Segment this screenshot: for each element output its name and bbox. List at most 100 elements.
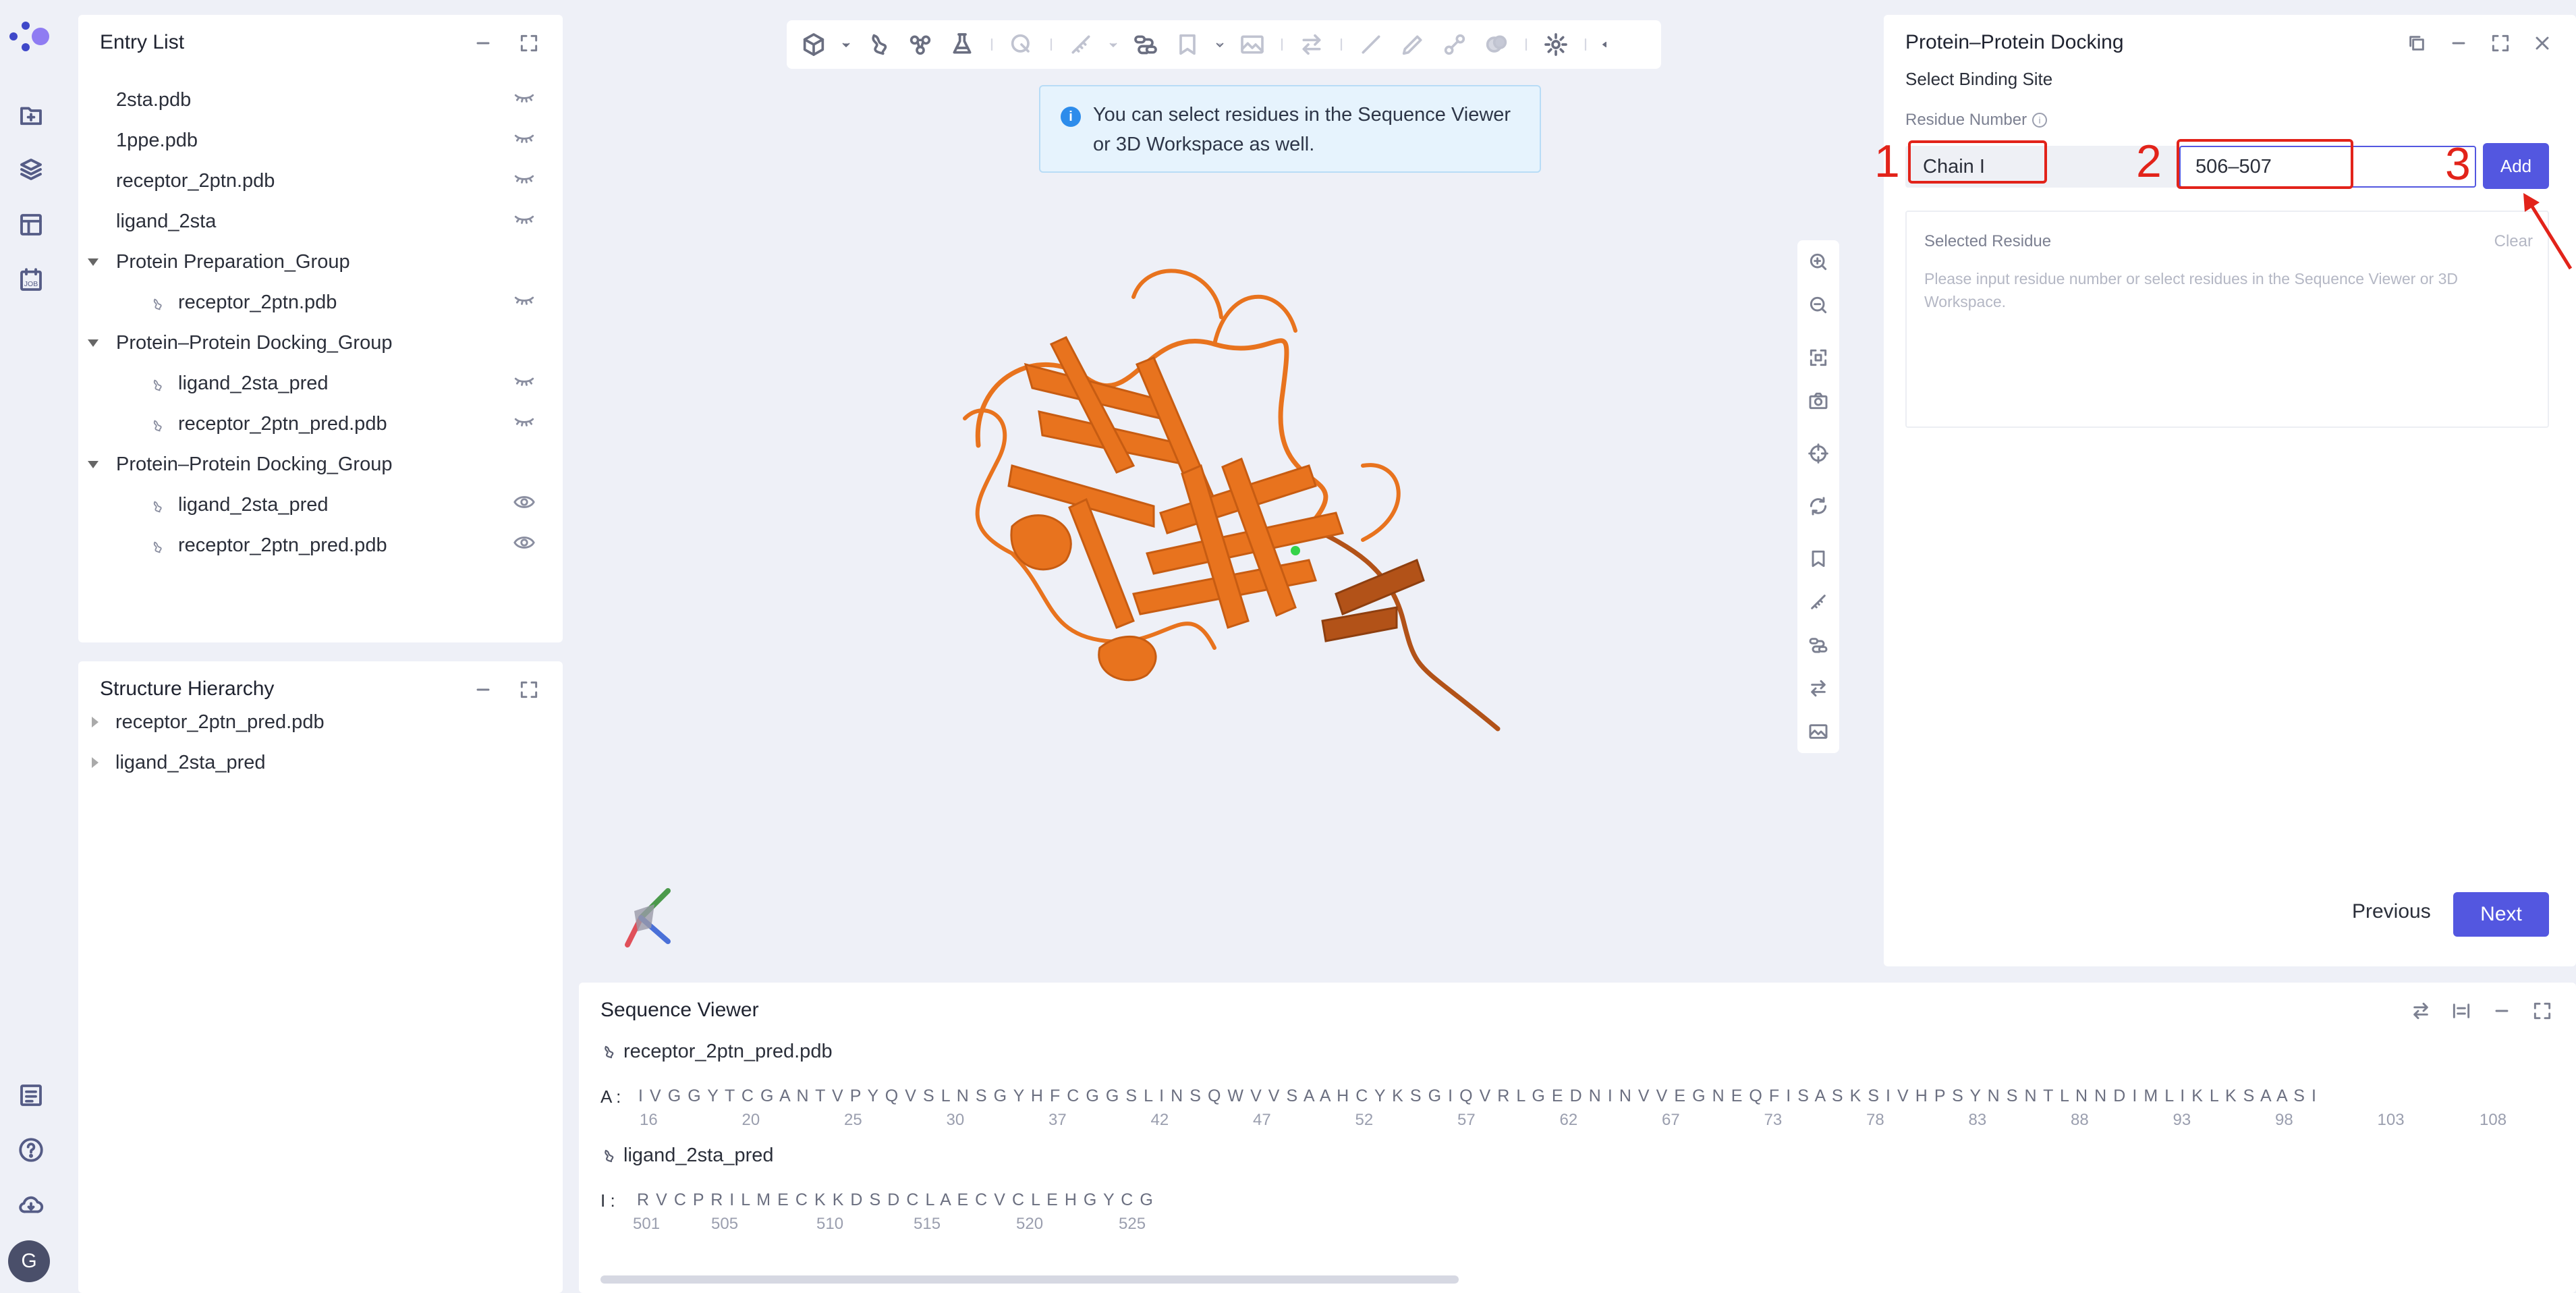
sequence-viewer-panel: Sequence Viewer receptor_2ptn_pred.pdb A… [579, 983, 2576, 1293]
residue-number: 93 [2173, 1111, 2191, 1129]
minimize-icon[interactable] [470, 676, 497, 703]
pencil-icon[interactable] [1395, 27, 1430, 62]
entry-group[interactable]: Protein–Protein Docking_Group [78, 444, 563, 485]
entry-item[interactable]: 2sta.pdb [78, 80, 563, 120]
next-button[interactable]: Next [2453, 892, 2549, 937]
user-avatar[interactable]: G [8, 1240, 50, 1282]
eye-closed-icon[interactable] [513, 207, 536, 236]
image-icon[interactable] [1801, 710, 1835, 753]
cube-icon[interactable] [796, 27, 831, 62]
molecule-icon[interactable] [903, 27, 938, 62]
maximize-icon[interactable] [515, 676, 542, 703]
residue-number: 52 [1355, 1111, 1374, 1129]
sequence-file-label[interactable]: ligand_2sta_pred [600, 1145, 774, 1167]
sequence-residues[interactable]: I V G G Y T C G A N T V P Y Q V S L N S … [638, 1086, 2561, 1106]
maximize-icon[interactable] [2487, 30, 2514, 57]
eye-closed-icon[interactable] [513, 86, 536, 114]
entry-item[interactable]: ligand_2sta_pred [78, 485, 563, 525]
minimize-icon[interactable] [2445, 30, 2472, 57]
annotation-box-2 [2177, 139, 2353, 189]
entry-item[interactable]: 1ppe.pdb [78, 120, 563, 161]
entry-item[interactable]: receptor_2ptn.pdb [78, 161, 563, 201]
minimize-icon[interactable] [2488, 997, 2515, 1024]
hierarchy-item[interactable]: receptor_2ptn_pred.pdb [78, 702, 563, 742]
flask-icon[interactable] [945, 27, 980, 62]
entry-label: ligand_2sta [116, 210, 217, 232]
bookmark-icon[interactable] [1801, 537, 1835, 580]
entry-item[interactable]: receptor_2ptn_pred.pdb [78, 404, 563, 444]
copy-icon[interactable] [2403, 30, 2430, 57]
minimize-icon[interactable] [470, 30, 497, 57]
zoom-out-icon[interactable] [1801, 283, 1835, 327]
layers-icon[interactable] [0, 155, 62, 184]
cloud-icon[interactable] [0, 1190, 62, 1219]
new-file-icon[interactable] [0, 101, 62, 130]
chevron-down-icon[interactable] [1212, 27, 1228, 62]
residue-number: 42 [1150, 1111, 1169, 1129]
eye-closed-icon[interactable] [513, 369, 536, 397]
entry-item[interactable]: receptor_2ptn_pred.pdb [78, 525, 563, 566]
horizontal-scrollbar[interactable] [600, 1275, 1459, 1284]
align-icon[interactable] [1294, 27, 1329, 62]
hierarchy-item[interactable]: ligand_2sta_pred [78, 742, 563, 783]
maximize-icon[interactable] [515, 30, 542, 57]
interaction-icon[interactable] [1801, 624, 1835, 667]
center-icon[interactable] [1801, 432, 1835, 475]
entry-group[interactable]: Protein–Protein Docking_Group [78, 323, 563, 363]
job-icon[interactable]: JOB [0, 266, 62, 294]
caret-down-icon[interactable] [88, 460, 99, 468]
residue-number-row: 16 20 25 30 37 42 47 52 57 62 67 73 78 83 88 93 98 103 108… [579, 1111, 2576, 1132]
list-icon[interactable] [0, 1081, 62, 1109]
measure-icon[interactable] [1801, 580, 1835, 624]
surface-icon[interactable] [1479, 27, 1514, 62]
info-icon: i [1061, 107, 1081, 127]
entry-item[interactable]: ligand_2sta_pred [78, 363, 563, 404]
link-icon[interactable] [1437, 27, 1472, 62]
caret-down-icon[interactable] [88, 339, 99, 347]
chevron-down-icon[interactable] [838, 27, 854, 62]
camera-icon[interactable] [1801, 379, 1835, 422]
docking-panel-title: Protein–Protein Docking [1905, 31, 2124, 53]
previous-button[interactable]: Previous [2352, 900, 2431, 923]
align-icon[interactable] [2407, 997, 2434, 1024]
eye-closed-icon[interactable] [513, 167, 536, 195]
collapse-toolbar-icon[interactable] [1598, 27, 1611, 62]
sequence-residues[interactable]: R V C P R I L M E C K K D S D C L A E C … [637, 1190, 1154, 1210]
entry-item[interactable]: ligand_2sta [78, 201, 563, 242]
bookmark-icon[interactable] [1170, 27, 1205, 62]
help-icon[interactable] [0, 1136, 62, 1164]
image-icon[interactable] [1235, 27, 1270, 62]
line-icon[interactable] [1353, 27, 1389, 62]
ribbon-icon[interactable] [861, 27, 896, 62]
app-logo-icon[interactable] [7, 16, 54, 58]
divider-icon [1046, 27, 1057, 62]
selected-residue-placeholder-1: Please input residue number or select re… [1924, 270, 2458, 287]
fit-view-icon[interactable] [1801, 336, 1835, 379]
wrap-icon[interactable] [2448, 997, 2475, 1024]
chevron-down-icon[interactable] [1105, 27, 1121, 62]
eye-closed-icon[interactable] [513, 126, 536, 155]
eye-closed-icon[interactable] [513, 410, 536, 438]
add-button[interactable]: Add [2483, 143, 2549, 189]
eye-open-icon[interactable] [513, 491, 536, 519]
protein-3d-view[interactable] [931, 243, 1525, 783]
interaction-icon[interactable] [1128, 27, 1163, 62]
entry-label: Protein Preparation_Group [116, 250, 350, 273]
sequence-file-label[interactable]: receptor_2ptn_pred.pdb [600, 1041, 833, 1063]
table-icon[interactable] [0, 211, 62, 239]
zoom-in-icon[interactable] [1801, 240, 1835, 283]
rotate-icon[interactable] [1801, 485, 1835, 528]
measure-icon[interactable] [1063, 27, 1098, 62]
gear-icon[interactable] [1538, 27, 1573, 62]
entry-item[interactable]: receptor_2ptn.pdb [78, 282, 563, 323]
residue-number: 520 [1016, 1215, 1044, 1233]
eye-closed-icon[interactable] [513, 288, 536, 317]
ribbon-icon [600, 1044, 617, 1060]
close-icon[interactable] [2529, 30, 2556, 57]
caret-down-icon[interactable] [88, 258, 99, 266]
entry-group[interactable]: Protein Preparation_Group [78, 242, 563, 282]
eye-open-icon[interactable] [513, 531, 536, 559]
select-icon[interactable] [1004, 27, 1039, 62]
maximize-icon[interactable] [2529, 997, 2556, 1024]
align-icon[interactable] [1801, 667, 1835, 710]
